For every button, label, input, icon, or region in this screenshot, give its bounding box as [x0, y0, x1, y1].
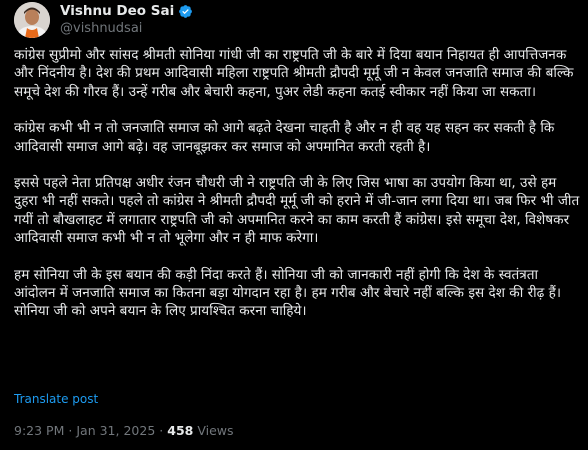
author-name-row: Vishnu Deo Sai [60, 3, 193, 20]
author-handle[interactable]: @vishnudsai [60, 20, 193, 37]
post: Vishnu Deo Sai @vishnudsai कांग्रेस सुप्… [0, 0, 588, 450]
views-count: 458 [167, 423, 194, 438]
avatar-image [14, 2, 50, 38]
post-time[interactable]: 9:23 PM [14, 423, 64, 438]
author-display-name[interactable]: Vishnu Deo Sai [60, 3, 174, 20]
author-names: Vishnu Deo Sai @vishnudsai [60, 3, 193, 37]
post-paragraph: कांग्रेस कभी भी न तो जनजाति समाज को आगे … [14, 120, 555, 155]
translate-post-link[interactable]: Translate post [14, 392, 98, 406]
post-header: Vishnu Deo Sai @vishnudsai [14, 2, 193, 38]
post-metadata: 9:23 PM · Jan 31, 2025 · 458 Views [14, 423, 234, 438]
avatar[interactable] [14, 2, 50, 38]
meta-separator: · [159, 423, 164, 438]
post-date[interactable]: Jan 31, 2025 [76, 423, 155, 438]
verified-badge-icon [178, 4, 193, 19]
post-paragraph: कांग्रेस सुप्रीमो और सांसद श्रीमती सोनिय… [14, 47, 574, 100]
post-text: कांग्रेस सुप्रीमो और सांसद श्रीमती सोनिय… [14, 46, 580, 321]
views-label: Views [197, 423, 234, 438]
meta-separator: · [68, 423, 73, 438]
post-paragraph: हम सोनिया जी के इस बयान की कड़ी निंदा कर… [14, 266, 561, 320]
post-paragraph: इससे पहले नेता प्रतिपक्ष अधीर रंजन चौधरी… [14, 175, 580, 247]
